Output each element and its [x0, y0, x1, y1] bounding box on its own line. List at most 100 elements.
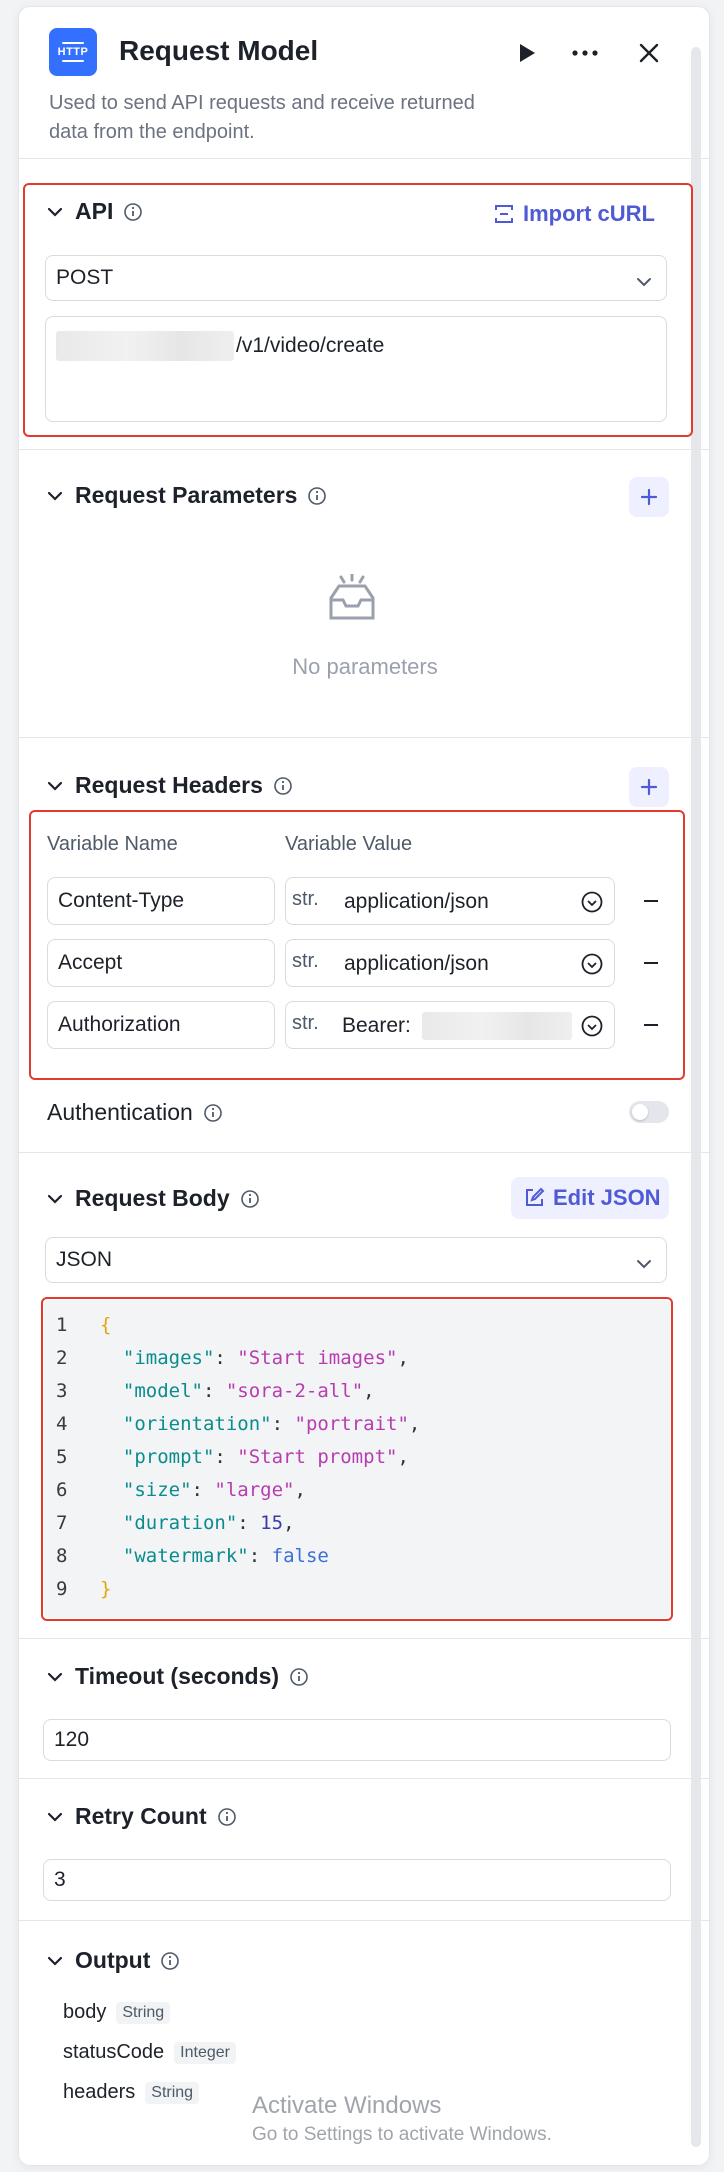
code-line: "images": "Start images", [122, 1347, 409, 1369]
chevron-down-icon[interactable] [45, 1951, 65, 1971]
line-number: 7 [56, 1512, 68, 1534]
variable-select-icon[interactable] [580, 952, 604, 981]
plus-icon [640, 488, 658, 506]
activate-windows-subtitle: Go to Settings to activate Windows. [252, 2124, 552, 2145]
info-icon [273, 776, 293, 796]
import-curl-button[interactable]: Import cURL [493, 201, 655, 227]
timeout-section: Timeout (seconds) 120 [19, 1639, 709, 1779]
info-icon [240, 1189, 260, 1209]
output-field-type: Integer [174, 2041, 236, 2064]
output-field-name: headers [63, 2081, 136, 2103]
output-field-name: body [63, 2001, 107, 2023]
column-variable-name: Variable Name [47, 833, 178, 855]
output-field-type: String [145, 2081, 200, 2104]
request-body-title: Request Body [75, 1185, 230, 1211]
remove-header-button[interactable] [639, 1013, 663, 1037]
chevron-down-icon [636, 1251, 652, 1275]
header-name-input[interactable]: Content-Type [47, 877, 275, 925]
edit-icon [526, 1187, 545, 1206]
line-number: 8 [56, 1545, 68, 1567]
type-label: str. [292, 1012, 319, 1034]
remove-header-button[interactable] [639, 951, 663, 975]
header-value-input[interactable]: str. application/json [285, 939, 615, 987]
header-name-input[interactable]: Accept [47, 939, 275, 987]
close-icon[interactable] [633, 37, 665, 69]
chevron-down-icon[interactable] [45, 1667, 65, 1687]
chevron-down-icon[interactable] [45, 1189, 65, 1209]
output-field-type: String [116, 2001, 171, 2024]
info-icon [217, 1807, 237, 1827]
method-value: POST [56, 266, 114, 289]
info-icon [203, 1103, 223, 1123]
header-value-input[interactable]: str. Bearer: [285, 1001, 615, 1049]
redacted-host [56, 331, 234, 361]
type-label: str. [292, 888, 319, 910]
json-editor[interactable]: 1 2 3 4 5 6 7 8 9 { "images": "Start ima… [44, 1300, 670, 1618]
retry-input[interactable]: 3 [43, 1859, 671, 1901]
timeout-input[interactable]: 120 [43, 1719, 671, 1761]
request-parameters-section: Request Parameters No parameters [19, 450, 709, 738]
retry-section: Retry Count 3 [19, 1779, 709, 1921]
output-field: body String [63, 2001, 171, 2024]
api-title: API [75, 198, 114, 224]
body-format-select[interactable]: JSON [45, 1237, 667, 1283]
import-icon [495, 205, 513, 223]
code-line: "watermark": false [122, 1545, 329, 1567]
line-number: 9 [56, 1578, 68, 1600]
request-model-panel: HTTP Request Model Used to send API requ… [18, 6, 710, 2166]
request-parameters-title: Request Parameters [75, 482, 298, 508]
output-field-name: statusCode [63, 2041, 165, 2063]
line-number: 2 [56, 1347, 68, 1369]
timeout-title: Timeout (seconds) [75, 1663, 280, 1689]
authentication-toggle[interactable] [629, 1101, 669, 1123]
code-line: "model": "sora-2-all", [122, 1380, 375, 1402]
api-section: API Import cURL POST /v1/video/create [19, 160, 709, 450]
activate-windows-title: Activate Windows [252, 2092, 442, 2119]
import-curl-label: Import cURL [523, 201, 655, 226]
variable-select-icon[interactable] [580, 890, 604, 919]
authentication-title: Authentication [47, 1099, 193, 1125]
run-icon[interactable] [511, 37, 543, 69]
plus-icon [640, 778, 658, 796]
edit-json-label: Edit JSON [553, 1185, 661, 1210]
output-field: statusCode Integer [63, 2041, 236, 2064]
authentication-section: Authentication [19, 1067, 709, 1153]
variable-select-icon[interactable] [580, 1014, 604, 1043]
header-value-input[interactable]: str. application/json [285, 877, 615, 925]
info-icon [123, 202, 143, 222]
method-select[interactable]: POST [45, 255, 667, 301]
line-number: 1 [56, 1314, 68, 1336]
code-line: "prompt": "Start prompt", [122, 1446, 409, 1468]
remove-header-button[interactable] [639, 889, 663, 913]
header-value: application/json [344, 952, 489, 975]
body-format-value: JSON [56, 1248, 113, 1271]
edit-json-button[interactable]: Edit JSON [511, 1177, 669, 1219]
header-value: application/json [344, 890, 489, 913]
chevron-down-icon[interactable] [45, 1807, 65, 1827]
line-number: 5 [56, 1446, 68, 1468]
line-number: 3 [56, 1380, 68, 1402]
chevron-down-icon [636, 269, 652, 293]
add-header-button[interactable] [629, 767, 669, 807]
more-icon[interactable] [569, 37, 601, 69]
code-line: "duration": 15, [122, 1512, 295, 1534]
column-variable-value: Variable Value [285, 833, 413, 855]
chevron-down-icon[interactable] [45, 776, 65, 796]
info-icon [307, 486, 327, 506]
header-value: Bearer: [342, 1014, 411, 1037]
chevron-down-icon[interactable] [45, 486, 65, 506]
panel-title: Request Model [119, 35, 319, 66]
line-number: 4 [56, 1413, 68, 1435]
url-input[interactable]: /v1/video/create [45, 316, 667, 422]
panel-description: Used to send API requests and receive re… [49, 92, 475, 143]
request-headers-title: Request Headers [75, 772, 263, 798]
type-label: str. [292, 950, 319, 972]
code-line: "orientation": "portrait", [122, 1413, 421, 1435]
output-field: headers String [63, 2081, 200, 2104]
no-parameters-text: No parameters [292, 654, 438, 679]
panel-header: HTTP Request Model Used to send API requ… [19, 7, 709, 159]
retry-title: Retry Count [75, 1803, 207, 1829]
header-name-input[interactable]: Authorization [47, 1001, 275, 1049]
add-parameter-button[interactable] [629, 477, 669, 517]
chevron-down-icon[interactable] [45, 202, 65, 222]
